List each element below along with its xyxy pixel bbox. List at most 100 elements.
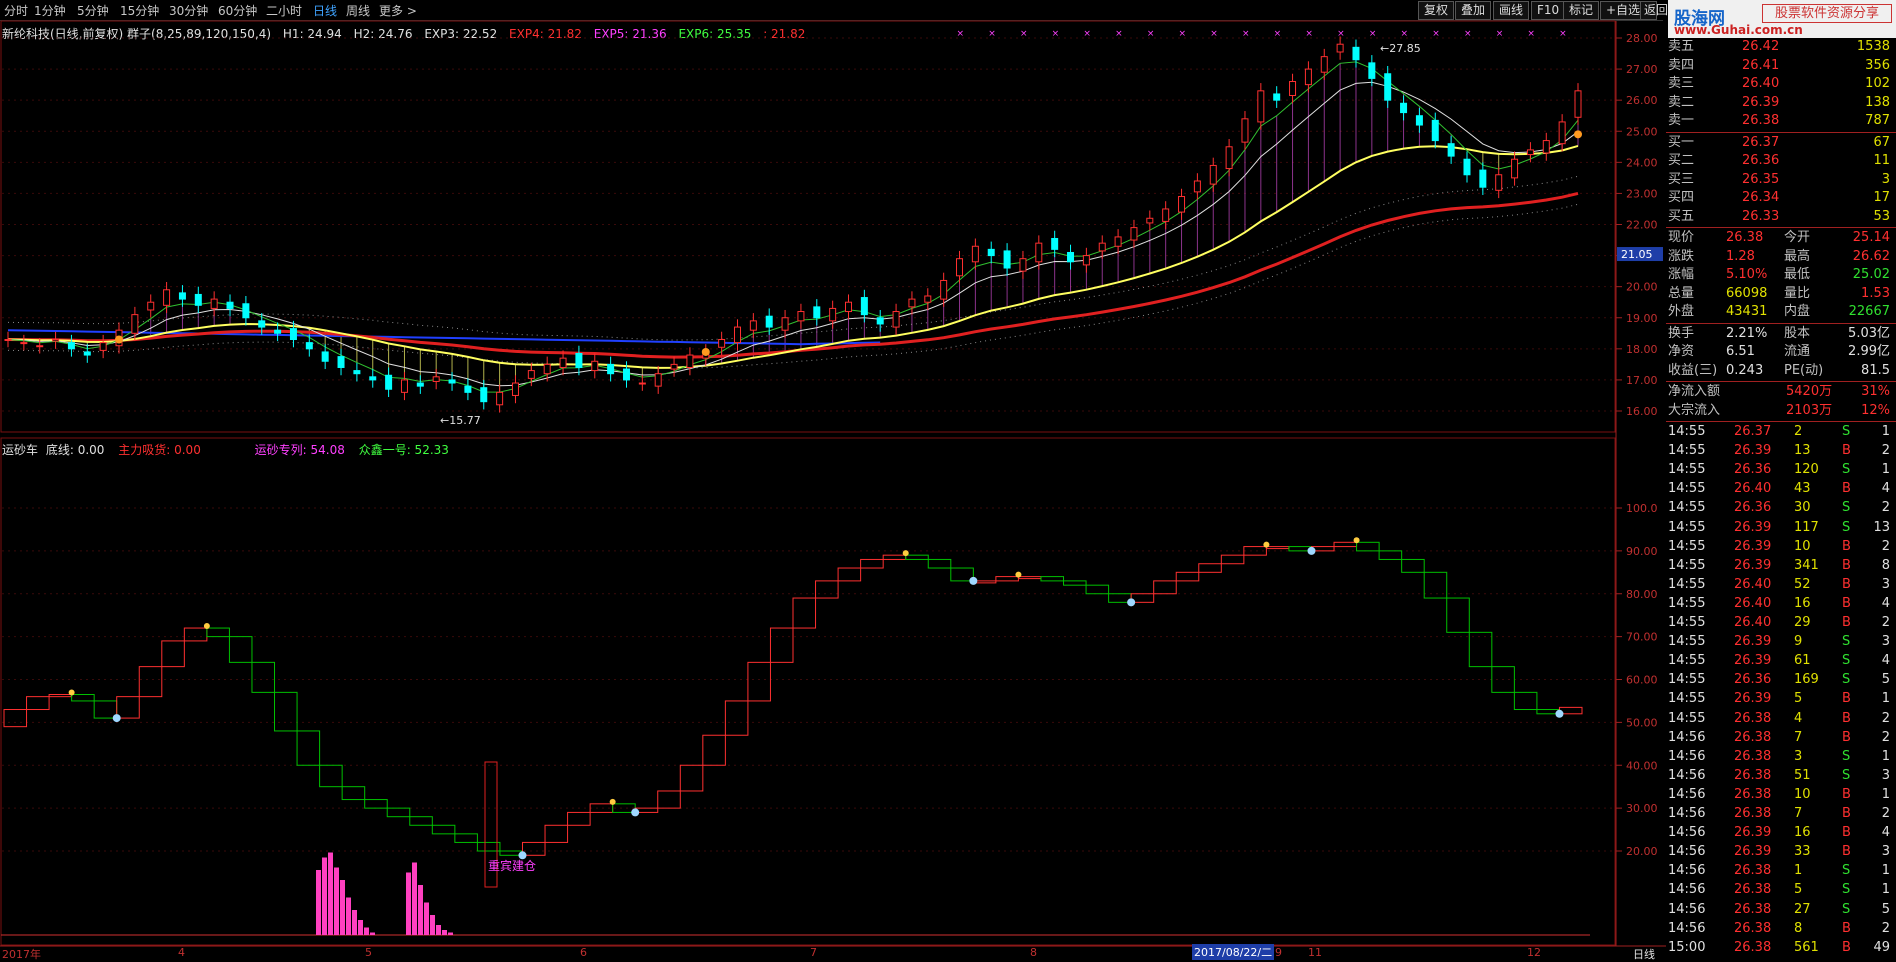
tick-side: B	[1842, 939, 1851, 955]
trade-tick-row[interactable]: 14:55 26.40 43 B 4	[1666, 480, 1896, 498]
candle-body	[1035, 242, 1043, 263]
trade-tick-row[interactable]: 14:56 26.39 16 B 4	[1666, 824, 1896, 842]
trade-tick-row[interactable]: 14:56 26.39 33 B 3	[1666, 843, 1896, 861]
sand-line-step	[1513, 691, 1538, 711]
sell-level-row[interactable]: 卖三 26.40 102	[1666, 75, 1896, 93]
buy-level-row[interactable]: 买二 26.36 11	[1666, 152, 1896, 170]
tick-side: S	[1842, 863, 1851, 879]
flow-value: 2103万	[1786, 402, 1833, 418]
buy-level-row[interactable]: 买一 26.37 67	[1666, 134, 1896, 152]
trade-tick-row[interactable]: 14:56 26.38 1 S 1	[1666, 862, 1896, 880]
trade-tick-row[interactable]: 14:56 26.38 5 S 1	[1666, 881, 1896, 899]
trade-tick-row[interactable]: 14:55 26.36 169 S 5	[1666, 671, 1896, 689]
tick-volume: 10	[1794, 786, 1811, 802]
tick-volume: 4	[1794, 710, 1803, 726]
price-tick-label: 17.00	[1626, 374, 1658, 387]
tick-price: 26.39	[1734, 443, 1772, 459]
candle-body	[733, 326, 741, 344]
stat-row[interactable]: 总量 66098 量比 1.53	[1666, 285, 1896, 303]
buy-level-row[interactable]: 买五 26.33 53	[1666, 208, 1896, 226]
trade-tick-row[interactable]: 14:55 26.38 4 B 2	[1666, 710, 1896, 728]
trade-tick-row[interactable]: 14:56 26.38 3 S 1	[1666, 748, 1896, 766]
tick-volume: 16	[1794, 595, 1811, 611]
trade-tick-row[interactable]: 14:55 26.39 5 B 1	[1666, 690, 1896, 708]
stat-row[interactable]: 换手 2.21% 股本 5.03亿	[1666, 325, 1896, 343]
trade-tick-row[interactable]: 14:56 26.38 27 S 5	[1666, 901, 1896, 919]
sand-line-step	[274, 691, 298, 732]
trade-tick-row[interactable]: 14:55 26.36 30 S 2	[1666, 499, 1896, 517]
signal-marker: ×	[1052, 29, 1060, 39]
trade-tick-row[interactable]: 14:55 26.39 13 B 2	[1666, 442, 1896, 460]
main-absorb-bar	[430, 915, 435, 935]
main-absorb-bar	[316, 870, 321, 935]
stat-row[interactable]: 涨幅 5.10% 最低 25.02	[1666, 266, 1896, 284]
candle-body	[924, 295, 932, 303]
trade-tick-row[interactable]: 14:55 26.39 341 B 8	[1666, 557, 1896, 575]
fund-flow-row[interactable]: 净流入额 5420万 31%	[1666, 383, 1896, 401]
stat-row[interactable]: 现价 26.38 今开 25.14	[1666, 229, 1896, 247]
tick-price: 26.40	[1734, 576, 1772, 592]
candle-body	[99, 342, 107, 351]
price-tick-label: 18.00	[1626, 343, 1658, 356]
trade-tick-row[interactable]: 14:56 26.38 7 B 2	[1666, 805, 1896, 823]
trade-tick-row[interactable]: 14:56 26.38 10 B 1	[1666, 786, 1896, 804]
tick-time: 14:55	[1668, 519, 1706, 535]
stat-label: 最低	[1784, 267, 1811, 282]
tick-count: 4	[1881, 825, 1890, 841]
trough-marker	[1307, 546, 1316, 555]
trade-tick-row[interactable]: 14:56 26.38 8 B 2	[1666, 920, 1896, 938]
stat-label: 涨跌	[1668, 248, 1695, 264]
candle-body	[845, 301, 853, 313]
ma-mid-line	[7, 81, 1579, 387]
tick-price: 26.39	[1734, 653, 1772, 669]
candle-body	[448, 379, 456, 384]
trade-tick-row[interactable]: 14:55 26.40 52 B 3	[1666, 576, 1896, 594]
trade-tick-row[interactable]: 14:55 26.39 10 B 2	[1666, 538, 1896, 556]
tick-time: 14:55	[1668, 576, 1706, 592]
buy-level-row[interactable]: 买三 26.35 3	[1666, 171, 1896, 189]
candle-body	[1114, 236, 1122, 247]
stat-row[interactable]: 涨跌 1.28 最高 26.62	[1666, 248, 1896, 266]
tick-volume: 52	[1794, 576, 1811, 592]
tick-count: 49	[1873, 939, 1890, 955]
trade-tick-row[interactable]: 14:55 26.39 61 S 4	[1666, 652, 1896, 670]
level-volume: 356	[1865, 57, 1890, 73]
candle-body	[1479, 169, 1487, 188]
fund-flow-row[interactable]: 大宗流入 2103万 12%	[1666, 402, 1896, 420]
sell-level-row[interactable]: 卖二 26.39 138	[1666, 94, 1896, 112]
tick-volume: 5	[1794, 691, 1803, 707]
sell-level-row[interactable]: 卖一 26.38 787	[1666, 112, 1896, 130]
stat-label: 今开	[1784, 230, 1811, 245]
signal-marker: ×	[1496, 29, 1504, 39]
tick-volume: 51	[1794, 767, 1811, 783]
flow-percent: 12%	[1861, 402, 1890, 418]
sand-line-step	[93, 700, 118, 719]
trade-tick-row[interactable]: 15:00 26.38 561 B 49	[1666, 939, 1896, 957]
stat-row[interactable]: 净资 6.51 流通 2.99亿	[1666, 343, 1896, 361]
candle-body	[131, 314, 139, 334]
buy-level-row[interactable]: 买四 26.34 17	[1666, 189, 1896, 207]
trade-tick-row[interactable]: 14:55 26.39 117 S 13	[1666, 519, 1896, 537]
tick-volume: 33	[1794, 844, 1811, 860]
level-price: 26.34	[1742, 190, 1780, 205]
price-tick-label: 23.00	[1626, 187, 1658, 200]
trade-tick-row[interactable]: 14:56 26.38 51 S 3	[1666, 767, 1896, 785]
sell-level-row[interactable]: 卖四 26.41 356	[1666, 57, 1896, 75]
trade-tick-row[interactable]: 14:55 26.39 9 S 3	[1666, 633, 1896, 651]
tick-price: 26.36	[1734, 672, 1772, 688]
sell-level-row[interactable]: 卖五 26.42 1538	[1666, 38, 1896, 56]
trade-tick-row[interactable]: 14:55 26.40 16 B 4	[1666, 595, 1896, 613]
candle-body	[1019, 258, 1027, 272]
trade-tick-row[interactable]: 14:55 26.37 2 S 1	[1666, 423, 1896, 441]
stat-label: 总量	[1668, 285, 1695, 301]
stat-row[interactable]: 外盘 43431 内盘 22667	[1666, 303, 1896, 321]
trade-tick-row[interactable]: 14:55 26.36 120 S 1	[1666, 461, 1896, 479]
tick-side: B	[1842, 710, 1851, 726]
chart-canvas[interactable]: 28.0027.0026.0025.0024.0023.0022.0021.00…	[0, 0, 1666, 960]
sand-line-step	[1085, 584, 1110, 595]
trade-tick-row[interactable]: 14:55 26.40 29 B 2	[1666, 614, 1896, 632]
trade-tick-row[interactable]: 14:56 26.38 7 B 2	[1666, 729, 1896, 747]
tick-volume: 117	[1794, 519, 1819, 535]
signal-marker: ×	[1179, 29, 1187, 39]
stat-row[interactable]: 收益(三) 0.243 PE(动) 81.5	[1666, 362, 1896, 380]
